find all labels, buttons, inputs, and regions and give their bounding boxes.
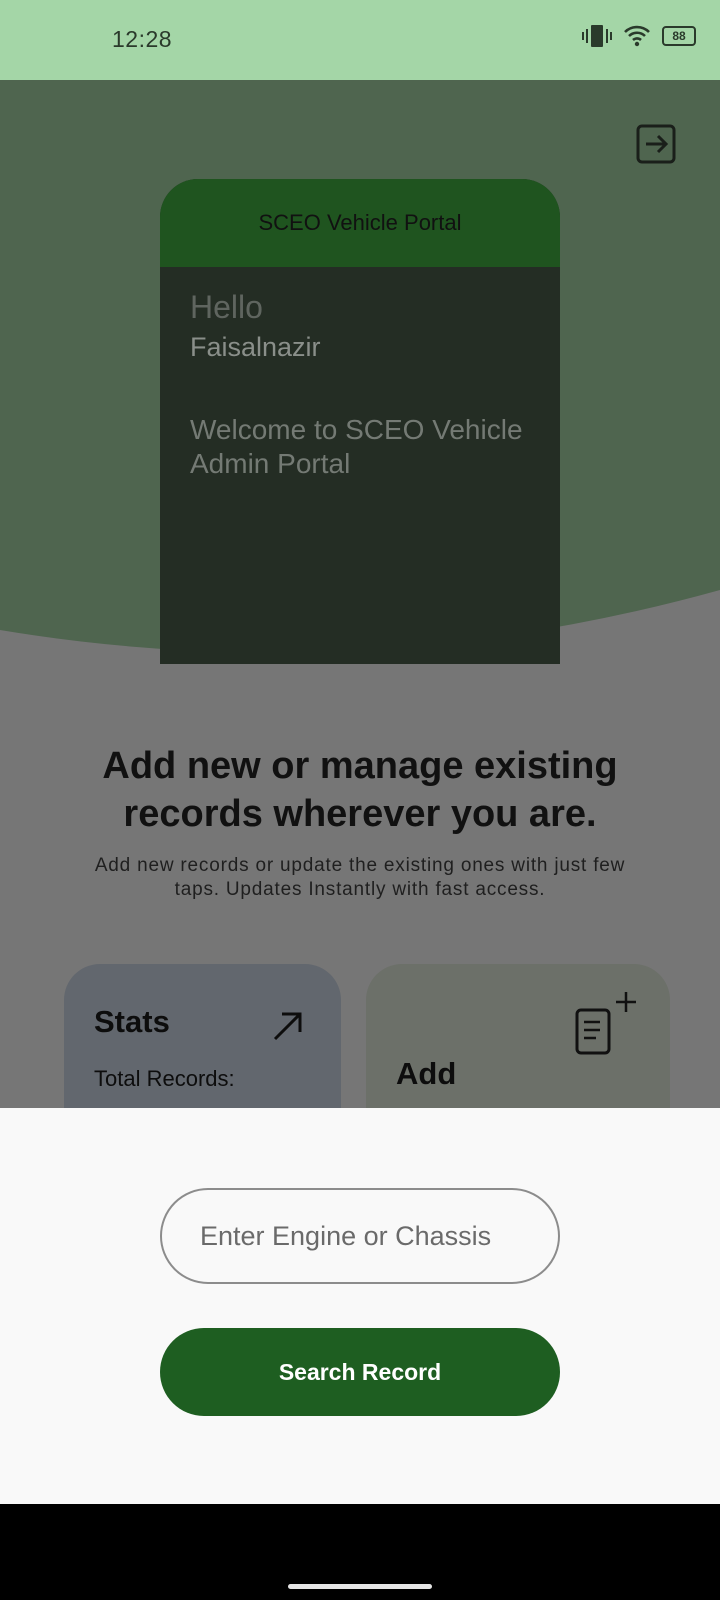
document-add-icon xyxy=(575,992,636,1055)
welcome-text: Welcome to SCEO Vehicle Admin Portal xyxy=(190,414,523,479)
home-indicator[interactable] xyxy=(288,1584,432,1589)
battery-icon: 88 xyxy=(662,26,696,46)
add-record-tile[interactable]: Add xyxy=(366,964,670,1108)
search-bottom-sheet: Search Record xyxy=(0,1108,720,1504)
search-record-button[interactable]: Search Record xyxy=(160,1328,560,1416)
status-time: 12:28 xyxy=(112,26,173,52)
stats-tile[interactable]: Stats Total Records: xyxy=(64,964,341,1108)
engine-chassis-input[interactable] xyxy=(160,1188,560,1284)
headline: Add new or manage existing records where… xyxy=(102,745,618,835)
logout-icon[interactable] xyxy=(636,124,676,164)
card-title: SCEO Vehicle Portal xyxy=(160,179,560,267)
username-text: Faisalnazir xyxy=(190,332,321,362)
home-screen: SCEO Vehicle Portal Hello Faisalnazir We… xyxy=(0,80,720,1108)
subtext: Add new records or update the existing o… xyxy=(94,855,626,900)
navigation-bar xyxy=(0,1504,720,1600)
card-body: Hello Faisalnazir Welcome to SCEO Vehicl… xyxy=(160,267,560,503)
wifi-icon xyxy=(624,25,650,47)
total-records-label: Total Records: xyxy=(94,1066,235,1091)
vibrate-icon xyxy=(582,25,612,47)
arrow-up-right-icon xyxy=(273,1012,302,1041)
status-bar: 12:28 88 xyxy=(0,0,720,80)
welcome-card: SCEO Vehicle Portal Hello Faisalnazir We… xyxy=(160,179,560,664)
status-icons: 88 xyxy=(582,24,696,48)
stats-title: Stats xyxy=(94,1004,170,1039)
add-title: Add xyxy=(396,1056,457,1091)
greeting-text: Hello xyxy=(190,289,263,325)
